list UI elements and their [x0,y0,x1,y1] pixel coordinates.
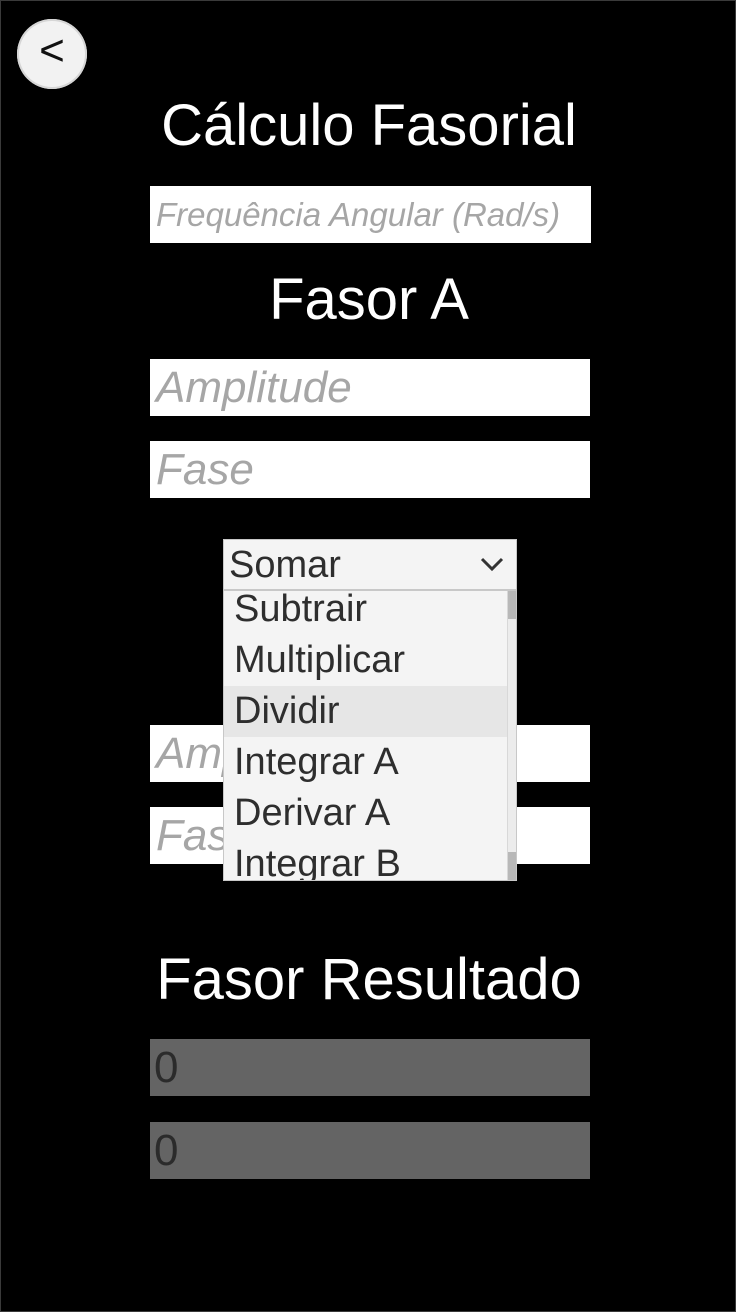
option-integrar-a[interactable]: Integrar A [224,737,509,788]
dropdown-scrollbar[interactable] [507,591,516,880]
option-integrar-b[interactable]: Integrar B [224,839,509,880]
back-button[interactable]: < [17,19,87,89]
frequency-input[interactable]: Frequência Angular (Rad/s) [150,186,591,243]
scrollbar-thumb-bottom[interactable] [508,852,516,880]
result-amplitude-field: 0 [150,1039,590,1096]
option-dividir[interactable]: Dividir [224,686,509,737]
fasor-a-amplitude-input[interactable]: Amplitude [150,359,590,416]
chevron-down-icon [480,557,504,572]
fasor-resultado-heading: Fasor Resultado [156,947,582,1012]
fasor-a-fase-input[interactable]: Fase [150,441,590,498]
operation-select[interactable]: Somar [223,539,517,590]
operation-selected-value: Somar [229,544,341,586]
operation-dropdown-list[interactable]: Subtrair Multiplicar Dividir Integrar A … [223,590,517,881]
result-fase-field: 0 [150,1122,590,1179]
option-derivar-a[interactable]: Derivar A [224,788,509,839]
scrollbar-thumb-top[interactable] [508,591,516,619]
option-multiplicar[interactable]: Multiplicar [224,635,509,686]
option-subtrair[interactable]: Subtrair [224,591,509,635]
page-title: Cálculo Fasorial [161,93,577,158]
app-screen: < Cálculo Fasorial Frequência Angular (R… [0,0,736,1312]
back-arrow-icon: < [39,26,65,75]
fasor-a-heading: Fasor A [269,267,469,332]
